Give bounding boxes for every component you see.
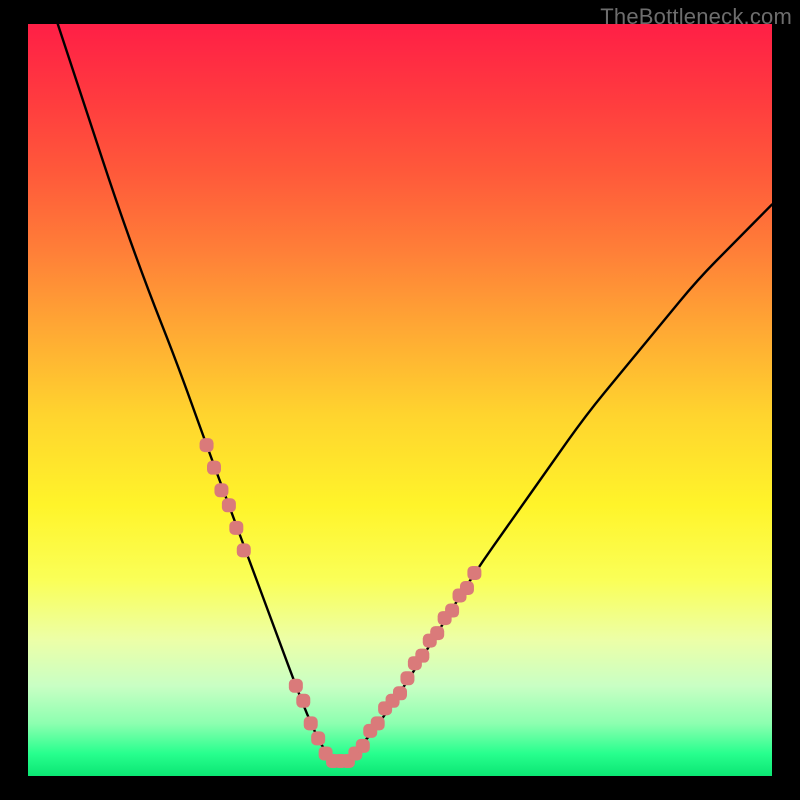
marker-point xyxy=(289,679,303,693)
marker-point xyxy=(393,686,407,700)
highlight-markers xyxy=(28,24,772,776)
attribution-text: TheBottleneck.com xyxy=(600,4,792,30)
marker-point xyxy=(460,581,474,595)
marker-point xyxy=(445,604,459,618)
marker-point xyxy=(415,649,429,663)
marker-point xyxy=(400,671,414,685)
marker-point xyxy=(207,461,221,475)
marker-point xyxy=(311,731,325,745)
marker-point xyxy=(304,716,318,730)
marker-point xyxy=(229,521,243,535)
marker-point xyxy=(237,543,251,557)
marker-point xyxy=(467,566,481,580)
marker-point xyxy=(296,694,310,708)
chart-area xyxy=(28,24,772,776)
marker-point xyxy=(430,626,444,640)
marker-point xyxy=(214,483,228,497)
marker-point xyxy=(356,739,370,753)
marker-point xyxy=(200,438,214,452)
marker-point xyxy=(371,716,385,730)
marker-point xyxy=(222,498,236,512)
